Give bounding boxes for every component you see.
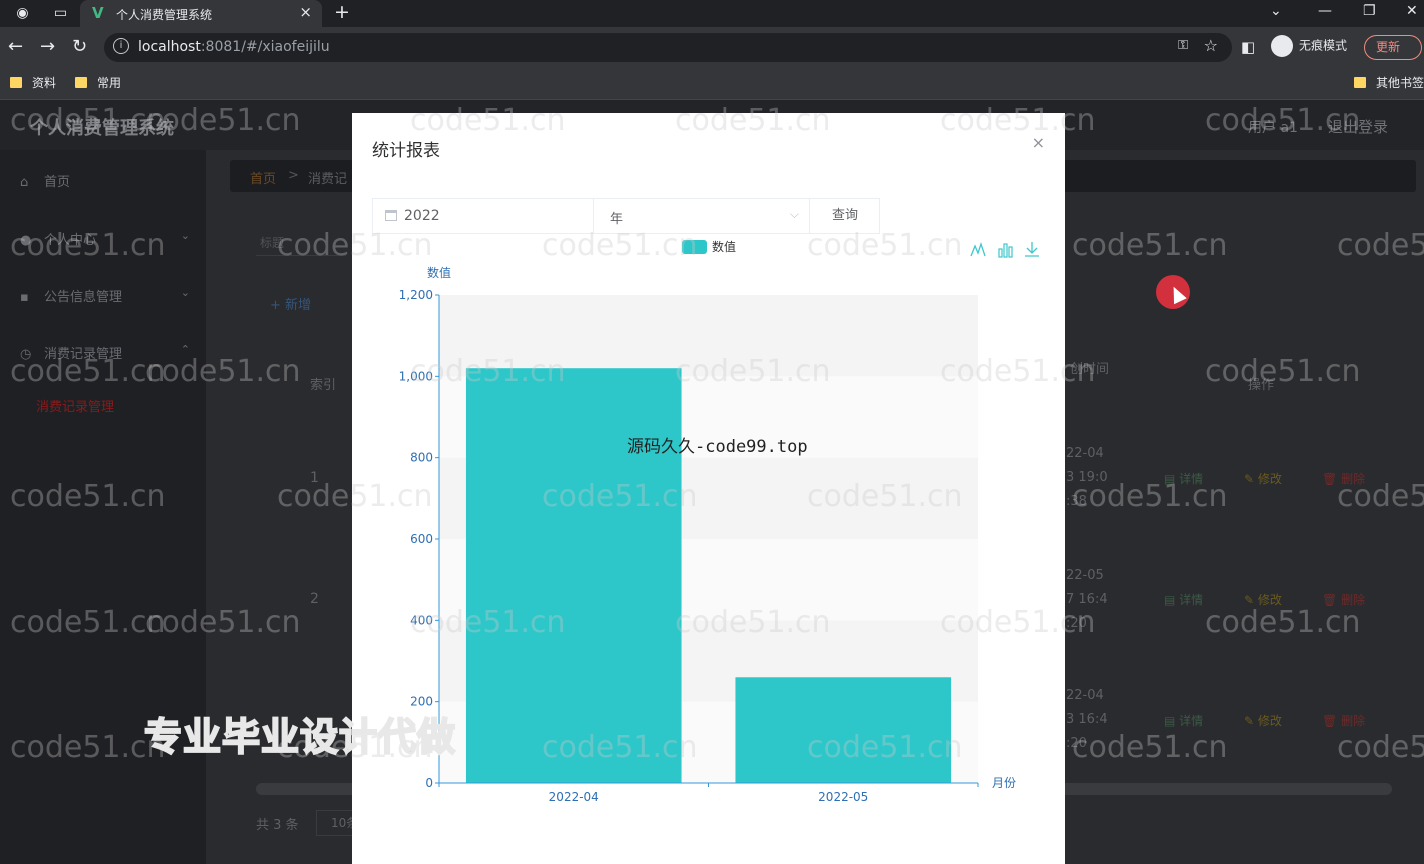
y-axis-label: 数值 [427, 265, 451, 280]
incognito-indicator[interactable]: 无痕模式 [1271, 35, 1347, 57]
tab-close-icon[interactable]: × [299, 3, 312, 21]
bookmark-star-icon[interactable]: ☆ [1204, 36, 1218, 55]
address-bar: ← → ↻ i localhost:8081/#/xiaofeijilu ⚿ ☆… [0, 27, 1424, 68]
row-1-detail-button[interactable]: ▤ 详情 [1164, 470, 1203, 487]
column-header-index: 索引 [310, 378, 337, 393]
add-button[interactable]: + 新增 [270, 294, 311, 313]
user-name: 用户 a1 [1248, 120, 1298, 136]
site-info-icon[interactable]: i [113, 38, 129, 54]
clock-icon: ◷ [20, 347, 32, 362]
sidebar-item-personal[interactable]: ● 个人中心 ⌄ [20, 229, 190, 248]
reload-icon[interactable]: ↻ [72, 36, 87, 57]
row-3-edit-button[interactable]: ✎ 修改 [1244, 712, 1282, 729]
restore-icon[interactable]: ❐ [1363, 3, 1376, 19]
legend-swatch [682, 240, 707, 254]
breadcrumb-separator: > [288, 168, 299, 183]
bar-2022-04 [465, 368, 682, 783]
row-3-detail-button[interactable]: ▤ 详情 [1164, 712, 1203, 729]
bar-chart-icon [998, 243, 1013, 258]
other-bookmarks[interactable]: 其他书签 [1354, 73, 1424, 93]
tab-strip-icon[interactable]: ▭ [52, 5, 69, 22]
vue-logo-icon: V [92, 4, 104, 22]
folder-icon [10, 77, 22, 88]
y-tick-label: 800 [410, 451, 433, 465]
url-text: localhost:8081/#/xiaofeijilu [138, 39, 330, 55]
home-icon: ⌂ [20, 175, 29, 190]
breadcrumb-current: 消费记 [308, 172, 348, 187]
chevron-up-icon: ⌃ [180, 343, 190, 356]
logout-link[interactable]: 退出登录 [1328, 116, 1388, 137]
forward-icon[interactable]: → [40, 36, 55, 57]
back-icon[interactable]: ← [8, 36, 23, 57]
row-2-index: 2 [310, 591, 319, 607]
y-tick-label: 1,200 [399, 288, 433, 302]
incognito-icon [1271, 35, 1293, 57]
y-tick-label: 0 [425, 776, 433, 790]
minimize-icon[interactable]: — [1318, 3, 1332, 19]
folder-icon [75, 77, 87, 88]
browser-tab-bar: ◉ ▭ V 个人消费管理系统 × + ⌄ — ❐ ✕ [0, 0, 1424, 27]
side-panel-icon[interactable]: ◧ [1241, 38, 1255, 56]
bar-chart: 02004006008001,0001,2002022-04 2022-05数值月… [399, 239, 1039, 804]
download-icon [1025, 242, 1039, 257]
y-tick-label: 600 [410, 532, 433, 546]
x-tick-label: 2022-05 [818, 790, 868, 804]
url-input[interactable]: i localhost:8081/#/xiaofeijilu ⚿ ☆ [104, 33, 1232, 62]
row-3-time: 22-04 3 16:4:20 [1066, 688, 1108, 751]
split-band [439, 295, 978, 377]
briefcase-icon: ▪ [20, 290, 29, 305]
bar-2022-05 [735, 677, 952, 783]
key-icon[interactable]: ⚿ [1178, 38, 1188, 53]
pagination-total: 共 3 条 [256, 818, 299, 833]
ad-watermark: 专业毕业设计代做 [143, 714, 457, 760]
tab-search-icon[interactable]: ⌄ [1270, 3, 1282, 19]
bookmark-folder-1[interactable]: 资料 [10, 73, 56, 93]
x-tick-label: 2022-04 [549, 790, 599, 804]
x-axis-label: 月份 [992, 776, 1016, 790]
breadcrumb-home[interactable]: 首页 [250, 168, 276, 187]
sidebar-item-home[interactable]: ⌂ 首页 [20, 171, 190, 190]
sidebar-item-consume[interactable]: ◷ 消费记录管理 ⌃ [20, 343, 190, 362]
update-button[interactable]: 更新 [1364, 35, 1422, 60]
browser-tab-active[interactable]: V 个人消费管理系统 × [80, 0, 322, 27]
app-title: 个人消费管理系统 [30, 118, 174, 139]
row-3-delete-button[interactable]: 🗑 删除 [1322, 712, 1365, 729]
bookmark-folder-2[interactable]: 常用 [75, 73, 121, 93]
browser-menu-icon[interactable]: ◉ [14, 5, 31, 22]
line-chart-icon [970, 241, 986, 257]
chevron-down-icon: ⌄ [180, 286, 190, 299]
legend-label: 数值 [712, 239, 736, 254]
row-2-delete-button[interactable]: 🗑 删除 [1322, 591, 1365, 608]
chevron-down-icon: ⌄ [180, 229, 190, 242]
row-1-edit-button[interactable]: ✎ 修改 [1244, 470, 1282, 487]
row-1-index: 1 [310, 470, 319, 486]
row-2-detail-button[interactable]: ▤ 详情 [1164, 591, 1203, 608]
source-watermark: 源码久久-code99.top [627, 437, 808, 457]
row-2-time: 22-05 7 16:4:20 [1066, 568, 1108, 631]
tab-title: 个人消费管理系统 [116, 8, 213, 22]
sidebar-subitem-consume[interactable]: 消费记录管理 [36, 396, 114, 415]
folder-icon [1354, 77, 1366, 88]
sidebar-item-notice[interactable]: ▪ 公告信息管理 ⌄ [20, 286, 190, 305]
row-2-edit-button[interactable]: ✎ 修改 [1244, 591, 1282, 608]
row-1-time: 22-04 3 19:0:38 [1066, 446, 1108, 509]
y-tick-label: 400 [410, 613, 433, 627]
new-tab-button[interactable]: + [334, 1, 350, 23]
row-1-delete-button[interactable]: 🗑 删除 [1322, 470, 1365, 487]
bookmarks-bar: 资料 常用 其他书签 [0, 68, 1424, 100]
search-input[interactable]: 标题 [256, 230, 346, 256]
stats-dialog: 统计报表 × 2022 年 ⌵ 查询 0 200 400 600 800 1,000 1,2… [352, 113, 1065, 864]
user-icon: ● [20, 233, 32, 248]
y-tick-label: 1,000 [399, 369, 433, 383]
column-header-time: 创时间 [1070, 362, 1110, 377]
close-window-icon[interactable]: ✕ [1406, 3, 1418, 19]
column-header-actions: 操作 [1248, 378, 1275, 393]
